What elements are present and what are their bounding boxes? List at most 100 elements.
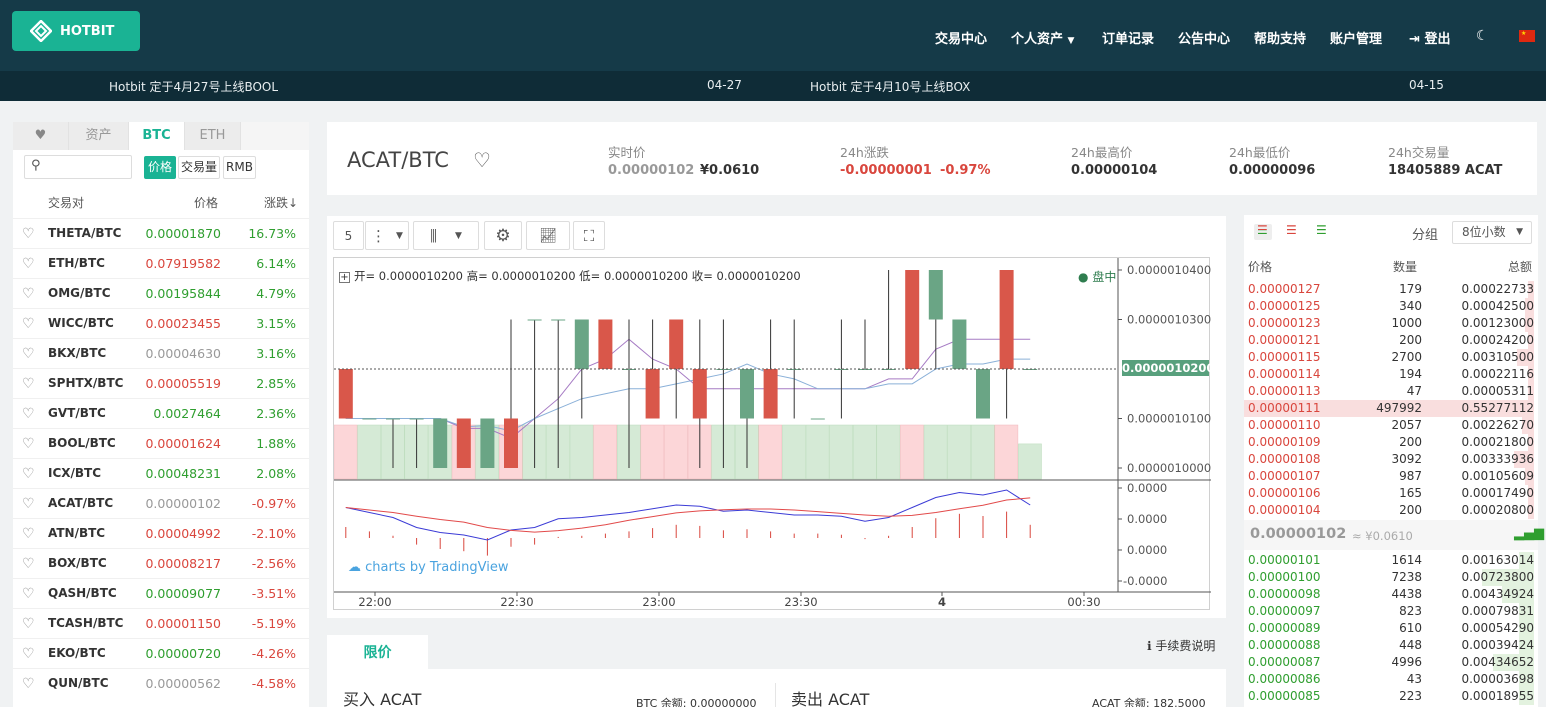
nav-trade-center[interactable]: 交易中心 — [935, 28, 987, 47]
ticker-item[interactable]: Hotbit 定于4月27号上线BOOL — [109, 78, 278, 95]
ob-qty: 340 — [1399, 299, 1422, 313]
market-row[interactable]: ♡ BKX/BTC 0.00004630 3.16% — [13, 338, 309, 368]
ticker-item[interactable]: Hotbit 定于4月10号上线BOX — [810, 78, 970, 95]
column-pair[interactable]: 交易对 — [48, 194, 84, 211]
tab-favorites[interactable]: ♥ — [13, 122, 69, 150]
nav-announcements[interactable]: 公告中心 — [1178, 28, 1230, 47]
market-row[interactable]: ♡ ACAT/BTC 0.00000102 -0.97% — [13, 488, 309, 518]
ask-row[interactable]: 0.00000111 497992 0.55277112 — [1244, 400, 1534, 417]
view-bids-button[interactable]: ☰ — [1316, 223, 1327, 237]
market-row[interactable]: ♡ THETA/BTC 0.00001870 16.73% — [13, 218, 309, 248]
column-change[interactable]: 涨跌↓ — [264, 194, 298, 211]
heart-outline-icon[interactable]: ♡ — [22, 586, 35, 602]
ask-row[interactable]: 0.00000104 200 0.00020800 — [1244, 502, 1534, 519]
moon-icon[interactable]: ☾ — [1476, 28, 1489, 44]
market-row[interactable]: ♡ BOOL/BTC 0.00001624 1.88% — [13, 428, 309, 458]
bid-row[interactable]: 0.00000088 448 0.00039424 — [1244, 637, 1534, 654]
sub-tick-label: -0.0000 — [1123, 574, 1167, 588]
bid-row[interactable]: 0.00000086 43 0.00003698 — [1244, 671, 1534, 688]
heart-outline-icon[interactable]: ♡ — [22, 646, 35, 662]
heart-outline-icon[interactable]: ♡ — [22, 676, 35, 692]
heart-outline-icon[interactable]: ♡ — [22, 556, 35, 572]
tab-assets[interactable]: 资产 — [69, 122, 129, 150]
nav-logout[interactable]: ⇥ 登出 — [1409, 28, 1450, 47]
ask-row[interactable]: 0.00000127 179 0.00022733 — [1244, 281, 1534, 298]
view-asks-button[interactable]: ☰ — [1286, 223, 1297, 237]
fullscreen-button[interactable]: ⛶ — [573, 221, 605, 250]
bid-row[interactable]: 0.00000087 4996 0.00434652 — [1244, 654, 1534, 671]
market-row[interactable]: ♡ EKO/BTC 0.00000720 -4.26% — [13, 638, 309, 668]
fee-info-link[interactable]: ℹ 手续费说明 — [1147, 637, 1215, 654]
tradingview-chart[interactable]: 0.0000010400 0.0000010300 0.0000010100 0.00… — [333, 257, 1214, 610]
heart-outline-icon[interactable]: ♡ — [22, 436, 35, 452]
nav-assets[interactable]: 个人资产 ▼ — [1011, 28, 1074, 47]
heart-outline-icon[interactable]: ♡ — [22, 376, 35, 392]
market-row[interactable]: ♡ ATN/BTC 0.00004992 -2.10% — [13, 518, 309, 548]
market-row[interactable]: ♡ QUN/BTC 0.00000562 -4.58% — [13, 668, 309, 698]
settings-button[interactable]: ⚙ — [484, 221, 522, 250]
info-label: 24h涨跌 — [840, 145, 889, 160]
tab-btc[interactable]: BTC — [129, 122, 185, 150]
heart-outline-icon[interactable]: ♡ — [22, 526, 35, 542]
favorite-heart-icon[interactable]: ♡ — [473, 148, 491, 172]
interval-menu-button[interactable]: ⋮ ▼ — [365, 221, 409, 250]
market-row[interactable]: ♡ BOX/BTC 0.00008217 -2.56% — [13, 548, 309, 578]
market-row[interactable]: ♡ GVT/BTC 0.0027464 2.36% — [13, 398, 309, 428]
precision-select[interactable]: 8位小数 ▼ — [1452, 221, 1532, 244]
ask-row[interactable]: 0.00000109 200 0.00021800 — [1244, 434, 1534, 451]
ask-row[interactable]: 0.00000107 987 0.00105609 — [1244, 468, 1534, 485]
sort-rmb-button[interactable]: RMB — [223, 156, 256, 179]
view-both-button[interactable]: ☰ — [1254, 223, 1272, 240]
tab-eth[interactable]: ETH — [185, 122, 241, 150]
ask-row[interactable]: 0.00000125 340 0.00042500 — [1244, 298, 1534, 315]
ask-row[interactable]: 0.00000113 47 0.00005311 — [1244, 383, 1534, 400]
market-row[interactable]: ♡ WICC/BTC 0.00023455 3.15% — [13, 308, 309, 338]
nav-help[interactable]: 帮助支持 — [1254, 28, 1306, 47]
heart-outline-icon[interactable]: ♡ — [22, 346, 35, 362]
sort-volume-button[interactable]: 交易量 — [178, 156, 220, 179]
bid-row[interactable]: 0.00000100 7238 0.00723800 — [1244, 569, 1534, 586]
ask-row[interactable]: 0.00000114 194 0.00022116 — [1244, 366, 1534, 383]
chart-type-button[interactable]: ⫼ ▼ — [413, 221, 479, 250]
ob-qty: 4996 — [1391, 655, 1422, 669]
pair-change: -4.26% — [251, 646, 296, 661]
heart-outline-icon[interactable]: ♡ — [22, 406, 35, 422]
heart-outline-icon[interactable]: ♡ — [22, 226, 35, 242]
market-search-input[interactable]: ⚲ — [24, 155, 132, 179]
heart-outline-icon[interactable]: ♡ — [22, 466, 35, 482]
bid-row[interactable]: 0.00000097 823 0.00079831 — [1244, 603, 1534, 620]
market-row[interactable]: ♡ OMG/BTC 0.00195844 4.79% — [13, 278, 309, 308]
ask-row[interactable]: 0.00000115 2700 0.00310500 — [1244, 349, 1534, 366]
indicators-button[interactable]: 📈︎ — [526, 221, 570, 250]
china-flag-icon[interactable]: ★ — [1519, 30, 1535, 42]
nav-orders[interactable]: 订单记录 — [1102, 28, 1154, 47]
pair-change: 3.16% — [256, 346, 296, 361]
ask-row[interactable]: 0.00000121 200 0.00024200 — [1244, 332, 1534, 349]
market-row[interactable]: ♡ ICX/BTC 0.00048231 2.08% — [13, 458, 309, 488]
bid-row[interactable]: 0.00000085 223 0.00018955 — [1244, 688, 1534, 705]
ask-row[interactable]: 0.00000110 2057 0.00226270 — [1244, 417, 1534, 434]
column-price[interactable]: 价格 — [194, 194, 218, 211]
interval-button[interactable]: 5 — [333, 221, 364, 250]
market-row[interactable]: ♡ ETH/BTC 0.07919582 6.14% — [13, 248, 309, 278]
expand-icon[interactable]: + — [339, 272, 350, 283]
ask-row[interactable]: 0.00000106 165 0.00017490 — [1244, 485, 1534, 502]
bid-row[interactable]: 0.00000101 1614 0.00163014 — [1244, 552, 1534, 569]
ask-row[interactable]: 0.00000108 3092 0.00333936 — [1244, 451, 1534, 468]
bid-row[interactable]: 0.00000089 610 0.00054290 — [1244, 620, 1534, 637]
market-row[interactable]: ♡ SPHTX/BTC 0.00005519 2.85% — [13, 368, 309, 398]
market-row[interactable]: ♡ QASH/BTC 0.00009077 -3.51% — [13, 578, 309, 608]
ob-qty: 610 — [1399, 621, 1422, 635]
tab-limit[interactable]: 限价 — [327, 635, 428, 670]
ask-row[interactable]: 0.00000123 1000 0.00123000 — [1244, 315, 1534, 332]
market-row[interactable]: ♡ TCASH/BTC 0.00001150 -5.19% — [13, 608, 309, 638]
heart-outline-icon[interactable]: ♡ — [22, 616, 35, 632]
sort-price-button[interactable]: 价格 — [144, 156, 176, 179]
heart-outline-icon[interactable]: ♡ — [22, 496, 35, 512]
heart-outline-icon[interactable]: ♡ — [22, 256, 35, 272]
nav-account[interactable]: 账户管理 — [1330, 28, 1382, 47]
heart-outline-icon[interactable]: ♡ — [22, 316, 35, 332]
hotbit-logo[interactable]: HOTBIT — [12, 11, 140, 51]
bid-row[interactable]: 0.00000098 4438 0.00434924 — [1244, 586, 1534, 603]
heart-outline-icon[interactable]: ♡ — [22, 286, 35, 302]
